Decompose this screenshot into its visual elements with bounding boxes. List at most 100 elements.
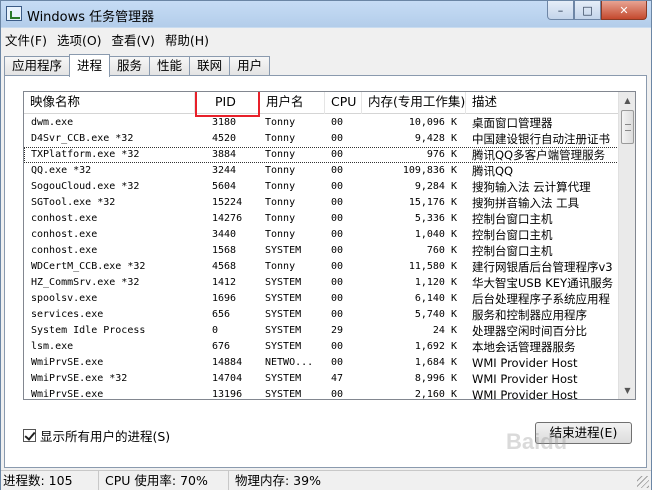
column-image-name[interactable]: 映像名称 (24, 92, 195, 114)
status-physical-memory: 物理内存: 39% (235, 473, 321, 488)
process-memory: 9,284 K (414, 181, 457, 192)
process-cpu: 00 (331, 309, 344, 320)
process-cpu: 00 (331, 213, 344, 224)
process-image-name: WmiPrvSE.exe *32 (31, 373, 128, 384)
menu-help[interactable]: 帮助(H) (161, 30, 215, 49)
column-cpu[interactable]: CPU (325, 92, 362, 114)
process-description: 华大智宝USB KEY通讯服务 (472, 276, 614, 290)
table-row[interactable]: SGTool.exe *32 15224 Tonny 00 15,176 K 搜狗拼音输入… (24, 195, 619, 211)
table-row[interactable]: conhost.exe 14276 Tonny 00 5,336 K 控制台窗口主机 (24, 211, 619, 227)
maximize-button[interactable]: □ (574, 1, 601, 20)
process-memory: 15,176 K (408, 197, 457, 208)
show-all-users-checkbox[interactable] (23, 429, 36, 442)
process-user: Tonny (265, 213, 296, 224)
resize-grip-icon[interactable] (637, 476, 649, 488)
process-description: 控制台窗口主机 (472, 244, 553, 258)
process-rows: dwm.exe 3180 Tonny 00 10,096 K 桌面窗口管理器 D4Svr_C… (24, 115, 619, 400)
table-row[interactable]: D4Svr_CCB.exe *32 4520 Tonny 00 9,428 K 中国建设银… (24, 131, 619, 147)
process-description: 建行网银盾后台管理程序v3 (472, 260, 613, 274)
process-pid: 14704 (212, 373, 243, 384)
table-row[interactable]: services.exe 656 SYSTEM 00 5,740 K 服务和控制器应用程序 (24, 307, 619, 323)
table-row[interactable]: conhost.exe 3440 Tonny 00 1,040 K 控制台窗口主机 (24, 227, 619, 243)
status-cpu-usage: CPU 使用率: 70% (99, 471, 229, 490)
process-image-name: QQ.exe *32 (31, 165, 92, 176)
table-row[interactable]: QQ.exe *32 3244 Tonny 00 109,836 K 腾讯QQ (24, 163, 619, 179)
process-user: SYSTEM (265, 389, 302, 400)
table-row[interactable]: HZ_CommSrv.exe *32 1412 SYSTEM 00 1,120 K 华大智… (24, 275, 619, 291)
process-memory: 760 K (426, 245, 457, 256)
process-cpu: 00 (331, 149, 344, 160)
processes-tab-page: 映像名称 PID 用户名 CPU 内存(专用工作集) 描述 dwm.exe 318… (4, 75, 647, 468)
table-row[interactable]: lsm.exe 676 SYSTEM 00 1,692 K 本地会话管理器服务 (24, 339, 619, 355)
process-cpu: 00 (331, 117, 344, 128)
process-memory: 11,580 K (408, 261, 457, 272)
tab-performance[interactable]: 性能 (149, 56, 191, 76)
process-image-name: dwm.exe (31, 117, 74, 128)
tab-users[interactable]: 用户 (229, 56, 271, 76)
table-row[interactable]: TXPlatform.exe *32 3884 Tonny 00 976 K 腾讯QQ多客… (24, 147, 619, 163)
table-row[interactable]: System Idle Process 0 SYSTEM 29 24 K 处理器空闲时间百… (24, 323, 619, 339)
table-row[interactable]: WmiPrvSE.exe *32 14704 SYSTEM 47 8,996 K WMI … (24, 371, 619, 387)
tab-processes[interactable]: 进程 (69, 54, 111, 77)
title-bar[interactable]: Windows 任务管理器 – □ ✕ (1, 1, 651, 27)
menu-bar: 文件(F) 选项(O) 查看(V) 帮助(H) (1, 28, 651, 50)
tab-services[interactable]: 服务 (109, 56, 151, 76)
vertical-scrollbar[interactable]: ▲ ▼ (618, 92, 635, 399)
table-row[interactable]: WmiPrvSE.exe 13196 SYSTEM 00 2,160 K WMI Prov… (24, 387, 619, 400)
process-description: 处理器空闲时间百分比 (472, 324, 587, 338)
status-process-count: 进程数: 105 (1, 471, 99, 490)
process-description: 腾讯QQ多客户端管理服务 (472, 148, 606, 162)
column-memory[interactable]: 内存(专用工作集) (362, 92, 466, 114)
close-button[interactable]: ✕ (601, 1, 647, 20)
show-all-users-option[interactable]: 显示所有用户的进程(S) (23, 426, 170, 445)
process-user: Tonny (265, 261, 296, 272)
process-pid: 5604 (212, 181, 237, 192)
process-cpu: 47 (331, 373, 344, 384)
menu-view[interactable]: 查看(V) (108, 30, 161, 49)
process-memory: 976 K (426, 149, 457, 160)
process-image-name: WmiPrvSE.exe (31, 389, 104, 400)
scroll-thumb[interactable] (621, 110, 634, 144)
process-image-name: WmiPrvSE.exe (31, 357, 104, 368)
list-header: 映像名称 PID 用户名 CPU 内存(专用工作集) 描述 (24, 92, 619, 114)
process-cpu: 00 (331, 341, 344, 352)
process-pid: 1696 (212, 293, 237, 304)
process-user: Tonny (265, 229, 296, 240)
table-row[interactable]: dwm.exe 3180 Tonny 00 10,096 K 桌面窗口管理器 (24, 115, 619, 131)
process-cpu: 29 (331, 325, 344, 336)
tab-applications[interactable]: 应用程序 (4, 56, 71, 76)
process-user: Tonny (265, 165, 296, 176)
minimize-button[interactable]: – (547, 1, 574, 20)
table-row[interactable]: WDCertM_CCB.exe *32 4568 Tonny 00 11,580 K 建行… (24, 259, 619, 275)
process-memory: 1,684 K (414, 357, 457, 368)
scroll-up-arrow-icon[interactable]: ▲ (619, 92, 635, 109)
caption-buttons: – □ ✕ (547, 1, 647, 21)
process-description: WMI Provider Host (472, 388, 578, 400)
process-description: 控制台窗口主机 (472, 228, 553, 242)
process-memory: 9,428 K (414, 133, 457, 144)
menu-file[interactable]: 文件(F) (1, 30, 53, 49)
process-memory: 1,692 K (414, 341, 457, 352)
column-description[interactable]: 描述 (466, 92, 619, 114)
table-row[interactable]: SogouCloud.exe *32 5604 Tonny 00 9,284 K 搜狗输入… (24, 179, 619, 195)
process-user: Tonny (265, 117, 296, 128)
process-cpu: 00 (331, 357, 344, 368)
process-pid: 14276 (212, 213, 243, 224)
process-cpu: 00 (331, 197, 344, 208)
scroll-down-arrow-icon[interactable]: ▼ (619, 382, 635, 399)
table-row[interactable]: conhost.exe 1568 SYSTEM 00 760 K 控制台窗口主机 (24, 243, 619, 259)
table-row[interactable]: spoolsv.exe 1696 SYSTEM 00 6,140 K 后台处理程序子系统应… (24, 291, 619, 307)
process-pid: 3180 (212, 117, 237, 128)
process-pid: 3440 (212, 229, 237, 240)
process-user: SYSTEM (265, 277, 302, 288)
process-user: SYSTEM (265, 293, 302, 304)
process-list[interactable]: 映像名称 PID 用户名 CPU 内存(专用工作集) 描述 dwm.exe 318… (23, 91, 636, 400)
process-description: 后台处理程序子系统应用程 (472, 292, 610, 306)
process-description: WMI Provider Host (472, 356, 578, 370)
column-user-name[interactable]: 用户名 (260, 92, 325, 114)
tab-networking[interactable]: 联网 (189, 56, 231, 76)
process-description: 服务和控制器应用程序 (472, 308, 587, 322)
process-user: Tonny (265, 181, 296, 192)
table-row[interactable]: WmiPrvSE.exe 14884 NETWO... 00 1,684 K WMI Pr… (24, 355, 619, 371)
menu-options[interactable]: 选项(O) (53, 30, 108, 49)
